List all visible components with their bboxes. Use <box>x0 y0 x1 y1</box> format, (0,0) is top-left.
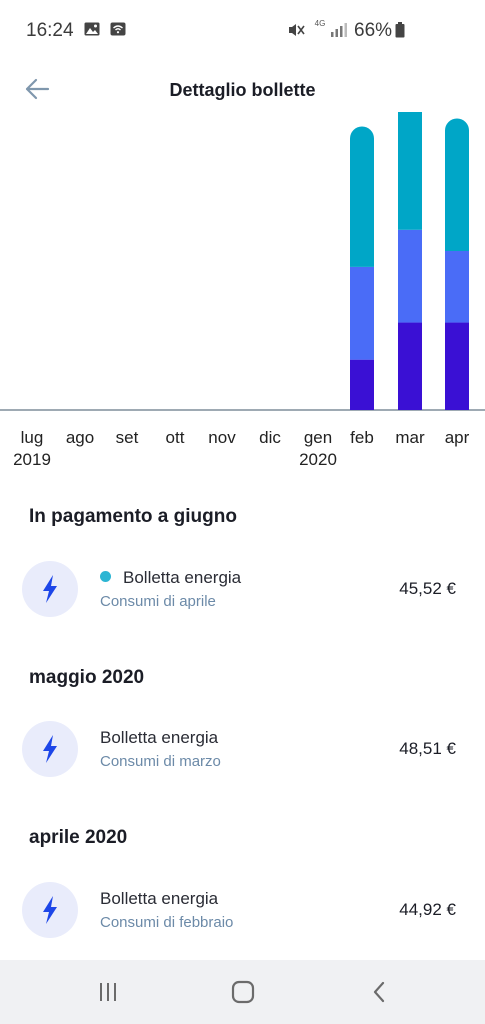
x-tick-ago: ago <box>55 427 105 449</box>
x-tick-month: dic <box>259 428 281 447</box>
bill-title: Bolletta energia <box>100 568 241 588</box>
x-tick-lug: lug 2019 <box>7 427 57 471</box>
gallery-icon <box>84 22 100 36</box>
new-bill-dot-icon <box>100 571 111 582</box>
section-title-maggio: maggio 2020 <box>29 667 145 688</box>
home-icon <box>231 980 255 1004</box>
chart-canvas <box>0 112 485 411</box>
x-tick-set: set <box>102 427 152 449</box>
x-tick-dic: dic <box>245 427 295 449</box>
bill-icon <box>22 882 78 938</box>
bill-amount: 45,52 € <box>399 579 456 598</box>
signal-icon <box>330 22 348 37</box>
bar-segment-feb-0 <box>350 359 374 410</box>
battery-icon <box>395 22 405 38</box>
bar-feb[interactable] <box>350 126 374 410</box>
bill-subtitle: Consumi di aprile <box>100 593 216 610</box>
bill-amount: 44,92 € <box>399 900 456 919</box>
bill-row-marzo[interactable]: Bolletta energia Consumi di marzo 48,51 … <box>0 721 485 801</box>
mute-icon <box>287 22 305 38</box>
recent-apps-button[interactable] <box>68 960 148 1024</box>
bill-row-aprile[interactable]: Bolletta energia Consumi di aprile 45,52… <box>0 561 485 641</box>
network-type: 4G <box>314 19 326 28</box>
x-tick-month: set <box>115 428 139 447</box>
bar-segment-apr-0 <box>445 322 469 410</box>
x-tick-nov: nov <box>197 427 247 449</box>
x-tick-ott: ott <box>150 427 200 449</box>
bar-segment-feb-1 <box>350 266 374 360</box>
x-tick-year: 2020 <box>299 450 337 469</box>
bill-amount: 48,51 € <box>399 739 456 758</box>
back-nav-button[interactable] <box>339 960 419 1024</box>
bill-subtitle: Consumi di febbraio <box>100 914 234 931</box>
bill-title-text: Bolletta energia <box>123 568 242 587</box>
bar-segment-apr-1 <box>445 251 469 323</box>
bill-title: Bolletta energia <box>100 889 219 908</box>
bill-row-febbraio[interactable]: Bolletta energia Consumi di febbraio 44,… <box>0 882 485 962</box>
x-tick-month: nov <box>208 428 236 447</box>
x-tick-month: feb <box>350 428 374 447</box>
lightning-icon <box>43 735 57 763</box>
x-tick-gen: gen 2020 <box>293 427 343 471</box>
section-title-giugno: In pagamento a giugno <box>29 506 237 527</box>
bills-chart: lug 2019 ago set ott nov dic gen 2020 feb mar apr <box>0 112 485 472</box>
bar-segment-feb-2 <box>350 126 374 267</box>
bar-segment-mar-2 <box>398 112 422 230</box>
status-bar: 16:24 4G 66% <box>0 0 485 62</box>
x-tick-month: ago <box>65 428 95 447</box>
x-tick-month: apr <box>444 428 470 447</box>
x-tick-feb: feb <box>337 427 387 449</box>
bill-title: Bolletta energia <box>100 728 219 747</box>
x-tick-month: mar <box>395 428 425 447</box>
recent-apps-icon <box>100 983 116 1001</box>
wifi-icon <box>110 22 126 36</box>
lightning-icon <box>43 896 57 924</box>
lightning-icon <box>43 575 57 603</box>
bar-mar[interactable] <box>398 112 422 410</box>
bill-icon <box>22 721 78 777</box>
bill-subtitle: Consumi di marzo <box>100 753 221 770</box>
x-tick-month: lug <box>20 428 44 447</box>
bar-segment-mar-1 <box>398 229 422 323</box>
section-title-aprile: aprile 2020 <box>29 827 128 848</box>
chevron-left-icon <box>373 981 385 1003</box>
bar-segment-mar-0 <box>398 322 422 410</box>
page-title: Dettaglio bollette <box>169 80 316 100</box>
x-tick-mar: mar <box>385 427 435 449</box>
home-button[interactable] <box>203 960 283 1024</box>
battery-percent: 66% <box>354 20 393 41</box>
x-tick-month: gen <box>303 428 333 447</box>
bar-segment-apr-2 <box>445 118 469 251</box>
x-tick-month: ott <box>165 428 185 447</box>
bill-icon <box>22 561 78 617</box>
system-nav-bar <box>0 960 485 1024</box>
status-time: 16:24 <box>26 20 74 41</box>
x-tick-year: 2019 <box>13 450 51 469</box>
bar-apr[interactable] <box>445 118 469 411</box>
x-tick-apr: apr <box>432 427 482 449</box>
